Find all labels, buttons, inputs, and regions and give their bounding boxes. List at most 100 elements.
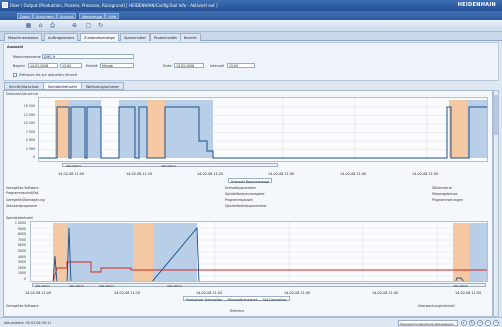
menu-ansichten[interactable]: Ansichten (33, 12, 57, 19)
program-segment[interactable]: 999-00024 (99, 284, 114, 288)
interval-label: Intervall (210, 64, 224, 68)
menu-ansicht[interactable]: Ansicht (57, 12, 77, 19)
bottom-x-tick: 14-02-08 11:50 (455, 291, 482, 295)
selection-title: Auswahl (7, 45, 24, 49)
bottom-y-tick: 8000 (17, 232, 26, 237)
top-chart-svg (39, 98, 487, 161)
calendar-icon[interactable]: ▦ (24, 22, 33, 30)
refresh-icon[interactable]: ↻ (469, 320, 475, 326)
zoom-icon[interactable]: ⊕ (70, 22, 79, 30)
info-label: Messergebnisse (432, 192, 458, 196)
bottom-x-tick: 14-02-08 11:40 (372, 291, 399, 295)
start-label: Beginn (13, 64, 25, 68)
bottom-x-tick: 14-02-08 11:20 (196, 291, 223, 295)
tab-zustandsanzeige[interactable]: Zustandsanzeige (80, 33, 119, 41)
top-program-nav-bar[interactable]: 999-00024 999-00024 (62, 163, 278, 168)
top-gridlines (39, 106, 487, 150)
top-y-tick: 0 (32, 155, 35, 159)
toolbar: ▦ ⌂ ⎙ ⊕ ▢ ↻ (0, 20, 502, 32)
footer-left-label: Geregeltes Software (6, 304, 39, 308)
running-band (165, 100, 201, 158)
running-band (101, 223, 133, 281)
program-segment[interactable]: 999-00024 (66, 164, 81, 168)
bottom-y-tick: 1 0000 (14, 221, 26, 225)
top-x-tick: 14-02-08 11:20 (197, 172, 224, 176)
top-chart-area (38, 97, 488, 162)
subtabs: Schritt/Vorschub Spindeldrehzahl Werkzeu… (3, 82, 499, 90)
menu-hilfe[interactable]: Hilfe (105, 12, 120, 19)
info-label: Spindelbetriebsparameter (225, 204, 267, 208)
bottom-x-tick: 14-02-08 11:30 (284, 291, 311, 295)
tab-produktivitaet[interactable]: Produktivität (150, 33, 181, 41)
machine-label: Maschinenname (13, 55, 41, 59)
program-segment[interactable]: 999-00024 (69, 284, 84, 288)
program-segment[interactable]: 999-00024 (161, 164, 176, 168)
scrollbar-thumb[interactable] (494, 95, 498, 135)
bottom-y-tick: 9000 (17, 226, 26, 231)
running-band (467, 100, 487, 158)
setup-band (453, 223, 469, 281)
info-label: Geregelte/Überlagerung (6, 198, 45, 202)
running-band (69, 100, 87, 158)
bottom-y-tick: 1000 (17, 271, 26, 276)
bottom-chart-svg (31, 222, 487, 281)
selection-panel: Auswahl Maschinenname DMG Fr Beginn 14.0… (3, 42, 499, 81)
top-y-tick: 12 500 (23, 112, 35, 117)
bottom-y-tick: 5000 (17, 249, 26, 253)
menu-bar: Datei Ansichten Ansicht Werkzeuge Hilfe (0, 11, 502, 20)
subtab-werkzeugnummer[interactable]: Werkzeugnummer (81, 82, 125, 90)
refresh-icon[interactable]: ↻ (96, 22, 105, 30)
status-text: Aktualisiert: 05.03.06 09:11 (4, 320, 52, 325)
bottom-chart-area (30, 221, 488, 282)
top-y-tick: 15 000 (23, 104, 35, 108)
running-band (87, 223, 101, 281)
menu-datei[interactable]: Datei (17, 12, 33, 19)
zoom-out-icon[interactable]: − (485, 320, 491, 326)
current-time-checkbox[interactable] (13, 73, 17, 77)
tab-maschinenstatus[interactable]: Maschinenstatus (4, 33, 43, 41)
subtab-schritt[interactable]: Schritt/Vorschub (4, 82, 44, 90)
top-chart-title: Drehzahl/Vorschub (6, 92, 38, 96)
end-date-field[interactable]: 14.02.2008 (174, 63, 204, 68)
unit-label: Einheit (86, 64, 98, 68)
setup-band (147, 100, 165, 158)
top-x-tick: 14-02-08 11:10 (126, 172, 153, 176)
title-bar: Fiber / Output (Produktion, Prozess, Pro… (0, 0, 502, 11)
top-x-tick: 14-02-08 11:40 (340, 172, 367, 176)
current-time-label: Zeitraum bis zur aktuellen Uhrzeit (19, 73, 77, 77)
tab-bericht[interactable]: Bericht (180, 33, 201, 41)
interval-field[interactable]: 15:00 (227, 63, 255, 68)
program-segment[interactable]: 999-00024 (453, 284, 468, 288)
unit-select[interactable]: Minute (100, 63, 134, 68)
info-label: Programmpausen (225, 198, 254, 202)
tab-auftragsstatus[interactable]: Auftragsstatus (44, 33, 79, 41)
settings-icon[interactable]: • (493, 320, 499, 326)
top-y-tick: 10 000 (23, 121, 35, 125)
bottom-program-nav-bar[interactable]: 999-00024 999-00024 999-00024 999-00024 … (32, 283, 486, 288)
machine-select[interactable]: DMG Fr (42, 54, 134, 59)
zoom-in-icon[interactable]: + (477, 320, 483, 326)
info-label: Programmaufruf/Fall (6, 191, 39, 195)
app-window-icon (2, 2, 8, 8)
program-segment[interactable]: 999-00024 (35, 284, 50, 288)
bottom-y-tick: 4000 (17, 254, 26, 259)
window-icon[interactable]: ▢ (84, 22, 93, 30)
subtab-spindeldrehzahl[interactable]: Spindeldrehzahl (43, 82, 82, 90)
menu-werkzeuge[interactable]: Werkzeuge (79, 12, 105, 19)
tab-spannmittel[interactable]: Spannmittel (120, 33, 150, 41)
bottom-x-tick: 14-02-08 11:10 (114, 291, 141, 295)
start-date-field[interactable]: 14.02.2008 (28, 63, 58, 68)
start-time-field[interactable]: 12:00 (60, 63, 82, 68)
bottom-y-tick: 7000 (17, 237, 26, 242)
setup-band (449, 100, 467, 158)
bottom-y-tick: 6000 (17, 243, 26, 248)
top-x-tick: 14-02-08 11:50 (412, 172, 439, 176)
play-icon[interactable]: ▸ (461, 320, 467, 326)
refresh-interval-select[interactable]: Überwachungsinterval aktualisieren (398, 320, 458, 326)
top-y-tick: 2 500 (25, 146, 35, 151)
print-icon[interactable]: ⎙ (48, 22, 57, 30)
reference-label: Referenz (230, 309, 245, 313)
bottom-y-tick: 0 (23, 277, 26, 281)
program-segment[interactable]: 999-00024 (167, 284, 182, 288)
home-icon[interactable]: ⌂ (36, 22, 45, 30)
